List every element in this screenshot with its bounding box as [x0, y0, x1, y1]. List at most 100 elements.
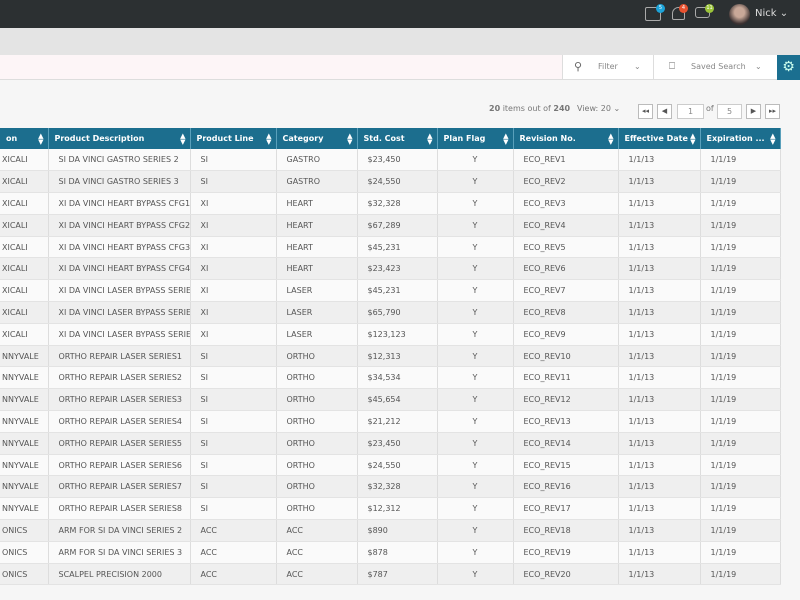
- table-row[interactable]: NNYVALE ORTHO REPAIR LASER SERIES3 SI ORTHO…: [0, 388, 781, 412]
- table-cell: ECO_REV19: [513, 541, 619, 564]
- table-row[interactable]: NNYVALE ORTHO REPAIR LASER SERIES2 SI ORTHO…: [0, 366, 781, 390]
- table-cell: ECO_REV7: [513, 279, 619, 303]
- sort-icon[interactable]: ▲ ▼: [38, 133, 43, 146]
- column-label: Expiration ...: [706, 134, 765, 143]
- table-cell: 1/1/13: [618, 279, 701, 303]
- column-header[interactable]: on ▲ ▼: [0, 128, 49, 149]
- column-header[interactable]: Effective Date ▲ ▼: [618, 128, 701, 149]
- table-row[interactable]: NNYVALE ORTHO REPAIR LASER SERIES1 SI ORTHO…: [0, 345, 781, 368]
- table-cell: 1/1/13: [618, 149, 701, 172]
- table-cell: NNYVALE: [0, 497, 49, 521]
- settings-button[interactable]: ⚙: [777, 55, 800, 80]
- gear-icon: ⚙: [782, 59, 795, 75]
- table-row[interactable]: NNYVALE ORTHO REPAIR LASER SERIES6 SI ORTHO…: [0, 454, 781, 477]
- table-cell: Y: [437, 236, 514, 259]
- table-cell: XICALI: [0, 170, 49, 194]
- table-cell: XI DA VINCI HEART BYPASS CFG2: [48, 214, 191, 237]
- table-cell: $45,654: [357, 388, 438, 412]
- table-cell: ORTHO: [276, 388, 358, 412]
- chevron-down-icon: ⌄: [755, 62, 762, 71]
- sort-icon[interactable]: ▲ ▼: [770, 133, 775, 146]
- sort-icon[interactable]: ▲ ▼: [347, 133, 352, 146]
- search-area[interactable]: [0, 55, 562, 79]
- next-page-button[interactable]: ▶: [746, 104, 761, 119]
- column-header[interactable]: Expiration ... ▲ ▼: [700, 128, 781, 149]
- table-cell: $21,212: [357, 410, 438, 433]
- table-cell: $23,450: [357, 432, 438, 455]
- sort-icon[interactable]: ▲ ▼: [503, 133, 508, 146]
- table-row[interactable]: XICALI XI DA VINCI HEART BYPASS CFG4 XI HEA…: [0, 257, 781, 281]
- column-header[interactable]: Plan Flag ▲ ▼: [437, 128, 514, 149]
- table-cell: $45,231: [357, 236, 438, 259]
- table-row[interactable]: ONICS SCALPEL PRECISION 2000 ACC ACC $787 Y EC…: [0, 563, 781, 586]
- column-header[interactable]: Product Line ▲ ▼: [190, 128, 277, 149]
- table-cell: $32,328: [357, 192, 438, 215]
- table-cell: ORTHO: [276, 432, 358, 455]
- table-row[interactable]: XICALI SI DA VINCI GASTRO SERIES 3 SI GASTR…: [0, 170, 781, 194]
- table-cell: ECO_REV3: [513, 192, 619, 215]
- column-label: on: [6, 134, 18, 143]
- avatar[interactable]: [729, 4, 750, 25]
- table-cell: ACC: [190, 519, 277, 542]
- search-icon: ⚲: [574, 60, 583, 73]
- table-cell: ECO_REV14: [513, 432, 619, 455]
- table-row[interactable]: ONICS ARM FOR SI DA VINCI SERIES 2 ACC ACC $…: [0, 519, 781, 542]
- sort-icon[interactable]: ▲ ▼: [427, 133, 432, 146]
- table-row[interactable]: NNYVALE ORTHO REPAIR LASER SERIES5 SI ORTHO…: [0, 432, 781, 455]
- page-input[interactable]: 1: [677, 104, 704, 119]
- table-cell: 1/1/13: [618, 432, 701, 455]
- view-label: View:: [577, 104, 599, 113]
- saved-search-label: Saved Search: [691, 62, 746, 71]
- table-row[interactable]: NNYVALE ORTHO REPAIR LASER SERIES8 SI ORTHO…: [0, 497, 781, 521]
- table-cell: ECO_REV9: [513, 323, 619, 346]
- table-cell: XI DA VINCI HEART BYPASS CFG4: [48, 257, 191, 281]
- view-selector[interactable]: View: 20 ⌄: [577, 104, 620, 113]
- table-row[interactable]: NNYVALE ORTHO REPAIR LASER SERIES4 SI ORTHO…: [0, 410, 781, 433]
- table-cell: Y: [437, 519, 514, 542]
- table-cell: XI: [190, 323, 277, 346]
- prev-page-button[interactable]: ◀: [657, 104, 672, 119]
- table-cell: 1/1/19: [700, 454, 781, 477]
- table-cell: XICALI: [0, 257, 49, 281]
- column-header[interactable]: Revision No. ▲ ▼: [513, 128, 619, 149]
- column-header[interactable]: Product Description ▲ ▼: [48, 128, 191, 149]
- table-cell: Y: [437, 563, 514, 586]
- table-cell: Y: [437, 541, 514, 564]
- table-cell: XI: [190, 192, 277, 215]
- table-row[interactable]: XICALI XI DA VINCI LASER BYPASS SERIES2 XI…: [0, 301, 781, 324]
- table-row[interactable]: XICALI XI DA VINCI LASER BYPASS SERIES1 XI…: [0, 279, 781, 303]
- user-menu[interactable]: Nick ⌄: [755, 8, 788, 19]
- table-row[interactable]: ONICS ARM FOR SI DA VINCI SERIES 3 ACC ACC $…: [0, 541, 781, 564]
- column-header[interactable]: Std. Cost ▲ ▼: [357, 128, 438, 149]
- sort-icon[interactable]: ▲ ▼: [690, 133, 695, 146]
- table-cell: 1/1/19: [700, 170, 781, 194]
- products-table: on ▲ ▼ Product Description ▲ ▼ Product Line ▲ ▼ C…: [0, 128, 781, 586]
- table-cell: ORTHO REPAIR LASER SERIES6: [48, 454, 191, 477]
- table-row[interactable]: XICALI XI DA VINCI LASER BYPASS SERIES3 XI…: [0, 323, 781, 346]
- sort-icon[interactable]: ▲ ▼: [608, 133, 613, 146]
- sort-icon[interactable]: ▲ ▼: [180, 133, 185, 146]
- table-row[interactable]: NNYVALE ORTHO REPAIR LASER SERIES7 SI ORTHO…: [0, 475, 781, 499]
- table-row[interactable]: XICALI XI DA VINCI HEART BYPASS CFG3 XI HEA…: [0, 236, 781, 259]
- column-header[interactable]: Category ▲ ▼: [276, 128, 358, 149]
- table-cell: ECO_REV12: [513, 388, 619, 412]
- first-page-button[interactable]: ◂◂: [638, 104, 653, 119]
- table-row[interactable]: XICALI XI DA VINCI HEART BYPASS CFG2 XI HEA…: [0, 214, 781, 237]
- table-cell: 1/1/19: [700, 563, 781, 586]
- column-label: Std. Cost: [363, 134, 405, 143]
- saved-search-dropdown[interactable]: ⎕ Saved Search ⌄: [653, 55, 777, 79]
- table-cell: XI DA VINCI LASER BYPASS SERIES1: [48, 279, 191, 303]
- table-row[interactable]: XICALI SI DA VINCI GASTRO SERIES 2 SI GASTR…: [0, 149, 781, 172]
- table-cell: ORTHO REPAIR LASER SERIES7: [48, 475, 191, 499]
- table-cell: 1/1/19: [700, 192, 781, 215]
- table-cell: XI DA VINCI HEART BYPASS CFG1: [48, 192, 191, 215]
- last-page-button[interactable]: ▸▸: [765, 104, 780, 119]
- sort-icon[interactable]: ▲ ▼: [266, 133, 271, 146]
- table-cell: SI: [190, 475, 277, 499]
- table-cell: 1/1/13: [618, 301, 701, 324]
- table-cell: 1/1/19: [700, 541, 781, 564]
- table-cell: LASER: [276, 279, 358, 303]
- filter-dropdown[interactable]: ⚲ Filter ⌄: [562, 55, 653, 79]
- table-cell: Y: [437, 410, 514, 433]
- table-row[interactable]: XICALI XI DA VINCI HEART BYPASS CFG1 XI HEA…: [0, 192, 781, 215]
